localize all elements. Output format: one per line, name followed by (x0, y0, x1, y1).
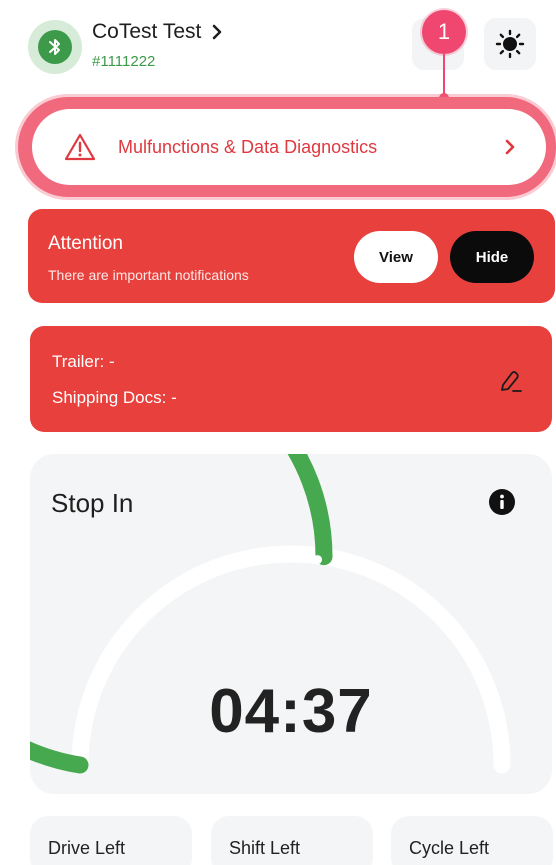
stop-in-time: 04:37 (209, 677, 373, 746)
hide-button[interactable]: Hide (450, 231, 534, 283)
attention-banner: Attention There are important notificati… (28, 209, 555, 303)
info-icon[interactable] (488, 488, 516, 516)
header: CoTest Test #1111222 (0, 0, 556, 90)
shift-left-tile[interactable]: Shift Left (211, 816, 373, 865)
view-button[interactable]: View (354, 231, 438, 283)
bluetooth-icon (38, 30, 72, 64)
stop-in-card: Stop In 04:37 (30, 454, 552, 794)
drive-left-label: Drive Left (48, 838, 126, 858)
stop-in-title: Stop In (51, 488, 134, 518)
chevron-right-icon (504, 139, 516, 155)
bluetooth-status[interactable] (28, 20, 82, 74)
warning-icon (64, 133, 96, 161)
shift-left-label: Shift Left (229, 838, 301, 858)
shipping-docs-text: Shipping Docs: - (52, 388, 177, 407)
trailer-card[interactable]: Trailer: - Shipping Docs: - (30, 326, 552, 432)
theme-toggle-button[interactable] (484, 18, 536, 70)
sun-icon (495, 29, 525, 59)
attention-title: Attention (48, 233, 123, 254)
chevron-right-icon (213, 24, 222, 40)
drive-left-tile[interactable]: Drive Left (30, 816, 192, 865)
cycle-left-tile[interactable]: Cycle Left (391, 816, 553, 865)
annotation-connector (443, 54, 445, 98)
cycle-left-label: Cycle Left (409, 838, 490, 858)
edit-icon[interactable] (496, 366, 526, 396)
malfunctions-label: Mulfunctions & Data Diagnostics (118, 136, 378, 157)
device-id: #1111222 (92, 53, 156, 70)
device-name: CoTest Test (92, 20, 202, 43)
malfunctions-button[interactable]: Mulfunctions & Data Diagnostics (32, 109, 546, 185)
annotation-marker: 1 (422, 10, 466, 54)
trailer-text: Trailer: - (52, 352, 115, 371)
gauge-knob (313, 555, 322, 565)
device-name-link[interactable]: CoTest Test (92, 20, 223, 44)
attention-subtitle: There are important notifications (48, 267, 249, 283)
